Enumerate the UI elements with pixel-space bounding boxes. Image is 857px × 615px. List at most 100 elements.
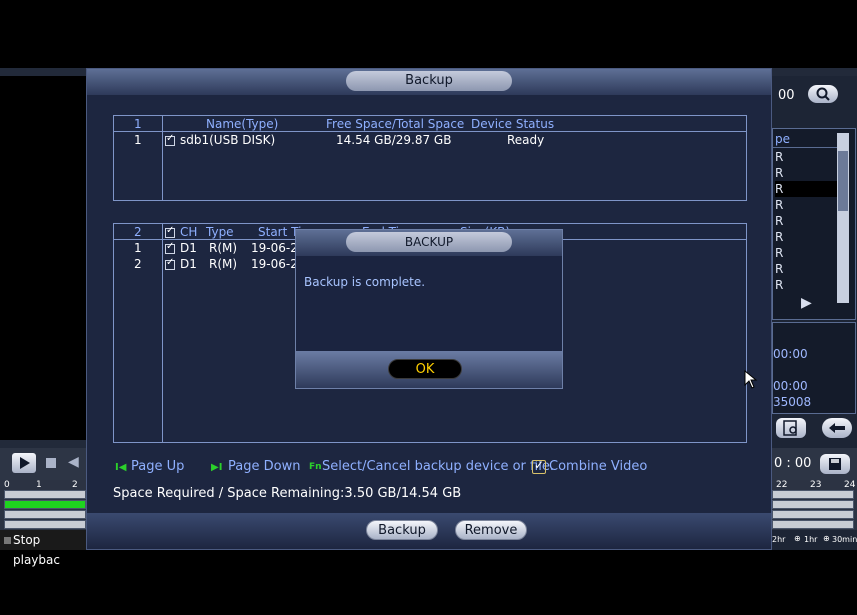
timeline-row [772, 490, 854, 499]
scrollbar-thumb[interactable] [838, 151, 848, 211]
ok-button[interactable]: OK [388, 359, 462, 379]
play-button[interactable] [12, 453, 36, 473]
check-icon: ✓ [534, 458, 545, 472]
back-arrow-icon [829, 423, 845, 433]
play-icon [20, 457, 30, 469]
timeline-row [772, 500, 854, 509]
stop-icon[interactable] [46, 458, 56, 468]
dialog-title: Backup [346, 71, 512, 91]
timeline-row [4, 490, 86, 499]
file-channel: D1 [180, 257, 197, 271]
popup-button-bar: OK [296, 351, 562, 388]
device-status: Ready [507, 133, 545, 147]
dialog-button-bar: Backup Remove [87, 513, 771, 549]
backup-complete-popup: BACKUP Backup is complete. OK [295, 229, 563, 389]
row-index: 1 [134, 133, 142, 147]
info-end-time: 00:00 [773, 379, 808, 393]
time-display: 0 : 00 [774, 456, 812, 471]
file-checkbox[interactable] [165, 241, 175, 254]
remove-button[interactable]: Remove [455, 520, 527, 540]
list-scrollbar[interactable] [837, 133, 849, 303]
timeline-tick: 23 [810, 480, 822, 490]
list-item[interactable]: R [775, 277, 837, 293]
column-header-ch: CH [180, 225, 198, 239]
column-header-status: Device Status [471, 117, 555, 131]
device-count: 1 [134, 117, 142, 131]
info-size: 35008 [773, 395, 812, 409]
timeline-tick: 22 [776, 480, 788, 490]
combine-video-checkbox[interactable]: ✓ [532, 458, 546, 474]
timeline-left[interactable]: 0 1 2 [0, 480, 86, 530]
page-up-icon: I◀ [115, 462, 127, 473]
fn-key-icon: Fn [309, 462, 322, 472]
list-divider [773, 147, 837, 148]
list-item-selected[interactable]: R [775, 181, 837, 197]
device-checkbox[interactable] [165, 133, 175, 146]
list-item[interactable]: R [775, 197, 837, 213]
video-area [0, 76, 86, 440]
zoom-30min-button[interactable]: 30min [832, 535, 857, 544]
column-header-space: Free Space/Total Space [326, 117, 465, 131]
search-icon [816, 87, 830, 101]
popup-title: BACKUP [346, 232, 512, 252]
dialog-titlebar: Backup [87, 69, 771, 95]
record-info-panel: 00:00 00:00 35008 [772, 322, 856, 414]
save-button[interactable] [820, 454, 850, 474]
info-start-time: 00:00 [773, 347, 808, 361]
list-item[interactable]: R [775, 213, 837, 229]
zoom-in-icon: ⊕ [794, 534, 801, 543]
time-field-fragment[interactable]: 00 [778, 88, 795, 103]
rewind-icon[interactable]: ◀ [68, 454, 79, 470]
row-index: 2 [134, 257, 142, 271]
zoom-1hr-button[interactable]: 1hr [804, 535, 817, 544]
zoom-in-icon: ⊕ [823, 534, 830, 543]
popup-message: Backup is complete. [304, 275, 426, 289]
space-summary: Space Required / Space Remaining:3.50 GB… [113, 486, 462, 501]
status-bar: Stop playbac [0, 530, 86, 567]
backup-tool-button[interactable] [776, 418, 806, 438]
search-button[interactable] [808, 85, 838, 103]
back-button[interactable] [822, 418, 852, 438]
file-checkbox[interactable] [165, 257, 175, 270]
next-page-icon[interactable]: ▶ [801, 295, 812, 311]
column-header-type: Type [206, 225, 234, 239]
file-channel: D1 [180, 241, 197, 255]
timeline-tick: 24 [844, 480, 856, 490]
page-down-link[interactable]: Page Down [228, 459, 300, 474]
list-item[interactable]: R [775, 245, 837, 261]
timeline-tick: 1 [36, 480, 42, 490]
select-all-checkbox[interactable] [165, 225, 175, 238]
popup-titlebar: BACKUP [296, 230, 562, 256]
timeline-right[interactable]: 22 23 24 [772, 480, 857, 530]
list-item[interactable]: R [775, 261, 837, 277]
list-header: pe [775, 132, 790, 146]
table-row[interactable]: 1 sdb1(USB DISK) 14.54 GB/29.87 GB Ready [114, 133, 746, 149]
status-text: Stop playbac [13, 533, 60, 567]
device-space: 14.54 GB/29.87 GB [336, 133, 452, 147]
combine-video-label[interactable]: Combine Video [549, 459, 647, 474]
save-icon [829, 458, 841, 470]
list-item[interactable]: R [775, 229, 837, 245]
timeline-row [772, 510, 854, 519]
list-item[interactable]: R [775, 165, 837, 181]
file-type: R(M) [209, 241, 238, 255]
page-up-link[interactable]: Page Up [131, 459, 184, 474]
timeline-row-recorded [4, 500, 86, 509]
column-header-name: Name(Type) [206, 117, 279, 131]
stop-icon [4, 537, 11, 544]
zoom-2hr-button[interactable]: 2hr [772, 535, 785, 544]
time-control: 0 : 00 [772, 448, 857, 480]
device-name: sdb1(USB DISK) [180, 133, 276, 147]
select-hint: Select/Cancel backup device or file. [322, 459, 554, 474]
table-divider [162, 116, 163, 200]
record-type-list[interactable]: pe R R R R R R R R R ▶ [772, 128, 856, 320]
page-down-icon: ▶I [211, 462, 223, 473]
timeline-tick: 2 [72, 480, 78, 490]
zoom-controls: 2hr ⊕ 1hr ⊕ 30min [772, 533, 857, 547]
backup-button[interactable]: Backup [366, 520, 438, 540]
playback-controls: ◀ [0, 448, 86, 480]
timeline-row [772, 520, 854, 529]
mouse-cursor-icon [744, 370, 758, 389]
list-item[interactable]: R [775, 149, 837, 165]
file-count: 2 [134, 225, 142, 239]
